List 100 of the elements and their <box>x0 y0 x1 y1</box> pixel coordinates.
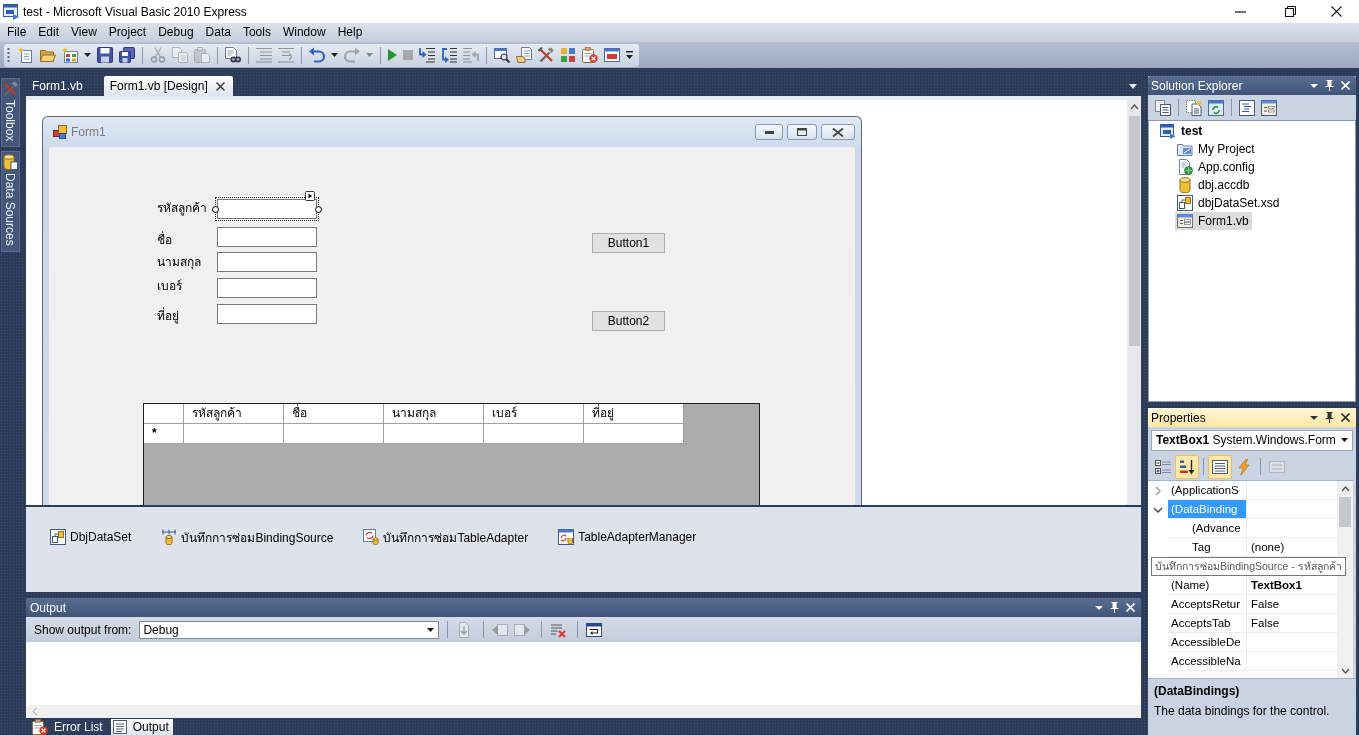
scroll-thumb[interactable] <box>1128 116 1140 346</box>
app-icon[interactable] <box>3 3 19 20</box>
menu-item[interactable]: Help <box>331 24 369 41</box>
tree-item[interactable]: test <box>1158 122 1206 140</box>
window-icon[interactable] <box>604 47 620 63</box>
caret-icon[interactable] <box>331 53 338 57</box>
hand-document-icon[interactable] <box>516 47 532 63</box>
scroll-thumb[interactable] <box>1339 497 1351 527</box>
object-selector-dropdown[interactable]: TextBox1 System.Windows.Form <box>1151 429 1353 451</box>
step-over-icon[interactable] <box>441 47 457 63</box>
tree-item[interactable]: dbj.accdb <box>1175 176 1253 194</box>
menu-item[interactable]: Project <box>102 24 153 41</box>
text-field[interactable] <box>217 304 317 324</box>
arrow-box-icon[interactable] <box>305 191 315 201</box>
caret-icon[interactable] <box>1129 83 1137 89</box>
word-wrap-icon[interactable] <box>586 621 603 638</box>
text-field[interactable] <box>217 227 317 247</box>
menu-item[interactable]: Edit <box>32 24 66 41</box>
new-project-icon[interactable] <box>18 47 34 63</box>
form-window-icon[interactable] <box>1261 99 1277 116</box>
caret-icon[interactable] <box>1310 415 1318 420</box>
chevron-right-icon[interactable] <box>1154 485 1162 496</box>
menu-item[interactable]: Data <box>199 24 237 41</box>
form-button[interactable]: Button1 <box>592 233 665 253</box>
panel-tab[interactable]: Output <box>110 719 173 735</box>
binoculars-document-icon[interactable] <box>225 47 241 63</box>
maximize-button[interactable] <box>787 124 817 140</box>
files-icon[interactable] <box>1155 99 1171 116</box>
colored-squares-icon[interactable] <box>560 47 576 63</box>
property-name[interactable]: (Advance <box>1168 519 1247 538</box>
folder-icon[interactable] <box>40 47 56 63</box>
grip-icon[interactable] <box>7 47 10 63</box>
clear-all-icon[interactable] <box>550 621 567 638</box>
document-tab[interactable]: Form1.vb <box>26 76 101 96</box>
menu-item[interactable]: Debug <box>152 24 200 41</box>
sort-icon[interactable] <box>1175 454 1199 479</box>
floppy-disks-icon[interactable] <box>119 47 135 63</box>
text-field[interactable] <box>217 278 317 298</box>
pin-icon[interactable] <box>1325 80 1334 91</box>
pin-icon[interactable] <box>1110 602 1119 613</box>
refresh-icon[interactable] <box>1208 99 1224 116</box>
side-tab[interactable]: Data Sources <box>0 151 20 253</box>
component-tray-item[interactable]: บันทึกการซ่อมBindingSource <box>161 529 334 545</box>
restore-icon[interactable] <box>1285 6 1296 17</box>
undo-icon[interactable] <box>309 47 325 63</box>
scrollbar[interactable] <box>26 705 1141 718</box>
tree-item[interactable]: My Project <box>1175 140 1258 158</box>
close-icon[interactable] <box>1341 413 1350 422</box>
close-button[interactable] <box>821 124 855 140</box>
column-header[interactable]: รหัสลูกค้า <box>184 404 284 424</box>
property-name[interactable]: AcceptsTab <box>1168 614 1247 633</box>
menu-item[interactable]: Tools <box>236 24 277 41</box>
step-into-icon[interactable] <box>419 47 435 63</box>
code-lines-icon[interactable] <box>1239 99 1255 116</box>
close-icon[interactable] <box>1331 6 1342 17</box>
caret-icon[interactable] <box>1095 605 1103 610</box>
overflow-icon[interactable] <box>626 51 633 59</box>
panel-tab[interactable]: Error List <box>30 719 107 735</box>
scrollbar[interactable] <box>1127 100 1141 505</box>
property-name[interactable]: AccessibleNa <box>1168 652 1247 671</box>
tools-icon[interactable] <box>538 47 554 63</box>
output-source-dropdown[interactable]: Debug <box>139 620 440 639</box>
property-list-icon[interactable] <box>1208 454 1232 479</box>
property-name[interactable]: (Name) <box>1168 576 1247 595</box>
close-icon[interactable] <box>215 81 225 91</box>
scroll-down-icon[interactable] <box>1340 668 1350 674</box>
minimize-button[interactable] <box>755 124 783 140</box>
component-tray-item[interactable]: บันทึกการซ่อมTableAdapter <box>363 529 529 545</box>
scroll-up-icon[interactable] <box>1129 104 1139 110</box>
component-tray-item[interactable]: TableAdapterManager <box>558 529 697 545</box>
column-header[interactable]: เบอร์ <box>484 404 584 424</box>
column-header[interactable]: ที่อยู่ <box>584 404 684 424</box>
menu-item[interactable]: File <box>1 24 33 41</box>
minimize-icon[interactable] <box>1235 10 1246 13</box>
caret-icon[interactable] <box>84 53 91 57</box>
text-field[interactable] <box>217 252 317 272</box>
component-tray-item[interactable]: DbjDataSet <box>50 529 132 545</box>
chevron-down-icon[interactable] <box>1153 505 1163 514</box>
property-name[interactable]: AccessibleDe <box>1168 633 1247 652</box>
play-icon[interactable] <box>388 49 397 61</box>
add-item-icon[interactable] <box>62 47 78 63</box>
caret-icon[interactable] <box>1310 83 1318 88</box>
resize-handle-icon[interactable] <box>315 206 322 213</box>
menu-item[interactable]: Window <box>276 24 332 41</box>
property-name[interactable]: AcceptsRetur <box>1168 595 1247 614</box>
tree-item[interactable]: dbjDataSet.xsd <box>1175 194 1283 212</box>
document-tab[interactable]: Form1.vb [Design] <box>103 76 233 96</box>
side-tab[interactable]: Toolbox <box>0 78 20 148</box>
tree-item[interactable]: App.config <box>1175 158 1258 176</box>
form-button[interactable]: Button2 <box>592 311 665 331</box>
tree-item[interactable]: Form1.vb <box>1175 212 1252 230</box>
documents-icon[interactable] <box>1186 99 1202 116</box>
column-header[interactable]: ชื่อ <box>284 404 384 424</box>
clipboard-error-icon[interactable] <box>582 47 598 63</box>
resize-handle-icon[interactable] <box>212 206 219 213</box>
pin-icon[interactable] <box>1325 412 1334 423</box>
window-magnifier-icon[interactable] <box>494 47 510 63</box>
menu-item[interactable]: View <box>65 24 103 41</box>
scroll-up-icon[interactable] <box>1340 486 1350 492</box>
column-header[interactable]: นามสกุล <box>384 404 484 424</box>
